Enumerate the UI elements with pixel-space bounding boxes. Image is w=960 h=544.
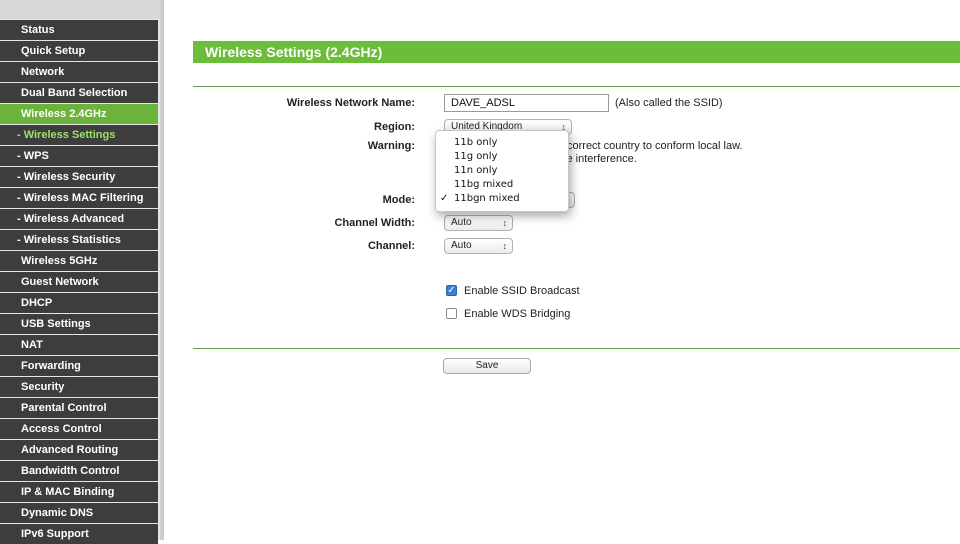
sidebar-divider xyxy=(163,0,164,540)
bottom-divider xyxy=(193,348,960,349)
ssid-note: (Also called the SSID) xyxy=(615,97,723,109)
channel-width-select[interactable]: Auto ↕ xyxy=(444,215,513,231)
mode-option-11g[interactable]: 11g only xyxy=(436,150,566,164)
save-button[interactable]: Save xyxy=(443,358,531,374)
mode-option-11bgn[interactable]: ✓ 11bgn mixed xyxy=(436,192,566,206)
sidebar-item-wireless-statistics[interactable]: - Wireless Statistics xyxy=(0,230,158,250)
sidebar-item-dual-band[interactable]: Dual Band Selection xyxy=(0,83,158,103)
ssid-broadcast-checkbox[interactable]: ✓ xyxy=(446,285,457,296)
sidebar-item-status[interactable]: Status xyxy=(0,20,158,40)
top-divider xyxy=(193,86,960,87)
channel-label: Channel: xyxy=(367,240,415,252)
mode-option-11n[interactable]: 11n only xyxy=(436,164,566,178)
channel-width-label: Channel Width: xyxy=(334,217,415,229)
sidebar-item-network[interactable]: Network xyxy=(0,62,158,82)
sidebar-item-access-control[interactable]: Access Control xyxy=(0,419,158,439)
sidebar-item-wireless-settings[interactable]: - Wireless Settings xyxy=(0,125,158,145)
channel-value: Auto xyxy=(451,240,472,251)
wds-bridging-label: Enable WDS Bridging xyxy=(464,308,571,320)
ssid-input[interactable] xyxy=(444,94,609,112)
sidebar-item-guest-network[interactable]: Guest Network xyxy=(0,272,158,292)
sidebar-item-parental-control[interactable]: Parental Control xyxy=(0,398,158,418)
region-label: Region: xyxy=(374,121,415,133)
sidebar-item-dynamic-dns[interactable]: Dynamic DNS xyxy=(0,503,158,523)
sidebar-item-wireless-security[interactable]: - Wireless Security xyxy=(0,167,158,187)
check-icon: ✓ xyxy=(440,193,449,204)
sidebar-item-ip-mac-binding[interactable]: IP & MAC Binding xyxy=(0,482,158,502)
stepper-arrows-icon: ↕ xyxy=(502,218,508,228)
sidebar-item-dhcp[interactable]: DHCP xyxy=(0,293,158,313)
ssid-label: Wireless Network Name: xyxy=(286,97,415,109)
mode-label: Mode: xyxy=(382,194,415,206)
sidebar-item-advanced-routing[interactable]: Advanced Routing xyxy=(0,440,158,460)
sidebar-item-mac-filtering[interactable]: - Wireless MAC Filtering xyxy=(0,188,158,208)
sidebar-item-nat[interactable]: NAT xyxy=(0,335,158,355)
mode-dropdown-menu: 11b only 11g only 11n only 11bg mixed ✓ … xyxy=(435,130,569,212)
stepper-arrows-icon: ↕ xyxy=(502,241,508,251)
sidebar-item-usb-settings[interactable]: USB Settings xyxy=(0,314,158,334)
page-title: Wireless Settings (2.4GHz) xyxy=(193,41,960,63)
sidebar-item-security[interactable]: Security xyxy=(0,377,158,397)
sidebar-top-spacer xyxy=(0,0,160,19)
sidebar-item-ipv6-support[interactable]: IPv6 Support xyxy=(0,524,158,544)
sidebar-item-forwarding[interactable]: Forwarding xyxy=(0,356,158,376)
warning-label: Warning: xyxy=(367,140,415,152)
channel-width-value: Auto xyxy=(451,217,472,228)
sidebar: Status Quick Setup Network Dual Band Sel… xyxy=(0,0,164,544)
mode-option-11bg[interactable]: 11bg mixed xyxy=(436,178,566,192)
channel-select[interactable]: Auto ↕ xyxy=(444,238,513,254)
ssid-broadcast-label: Enable SSID Broadcast xyxy=(464,285,580,297)
wds-bridging-checkbox[interactable] xyxy=(446,308,457,319)
mode-option-11b[interactable]: 11b only xyxy=(436,136,566,150)
sidebar-item-bandwidth-control[interactable]: Bandwidth Control xyxy=(0,461,158,481)
sidebar-item-quick-setup[interactable]: Quick Setup xyxy=(0,41,158,61)
sidebar-item-wireless-24[interactable]: Wireless 2.4GHz xyxy=(0,104,158,124)
sidebar-item-wps[interactable]: - WPS xyxy=(0,146,158,166)
sidebar-item-wireless-advanced[interactable]: - Wireless Advanced xyxy=(0,209,158,229)
sidebar-item-wireless-5ghz[interactable]: Wireless 5GHz xyxy=(0,251,158,271)
